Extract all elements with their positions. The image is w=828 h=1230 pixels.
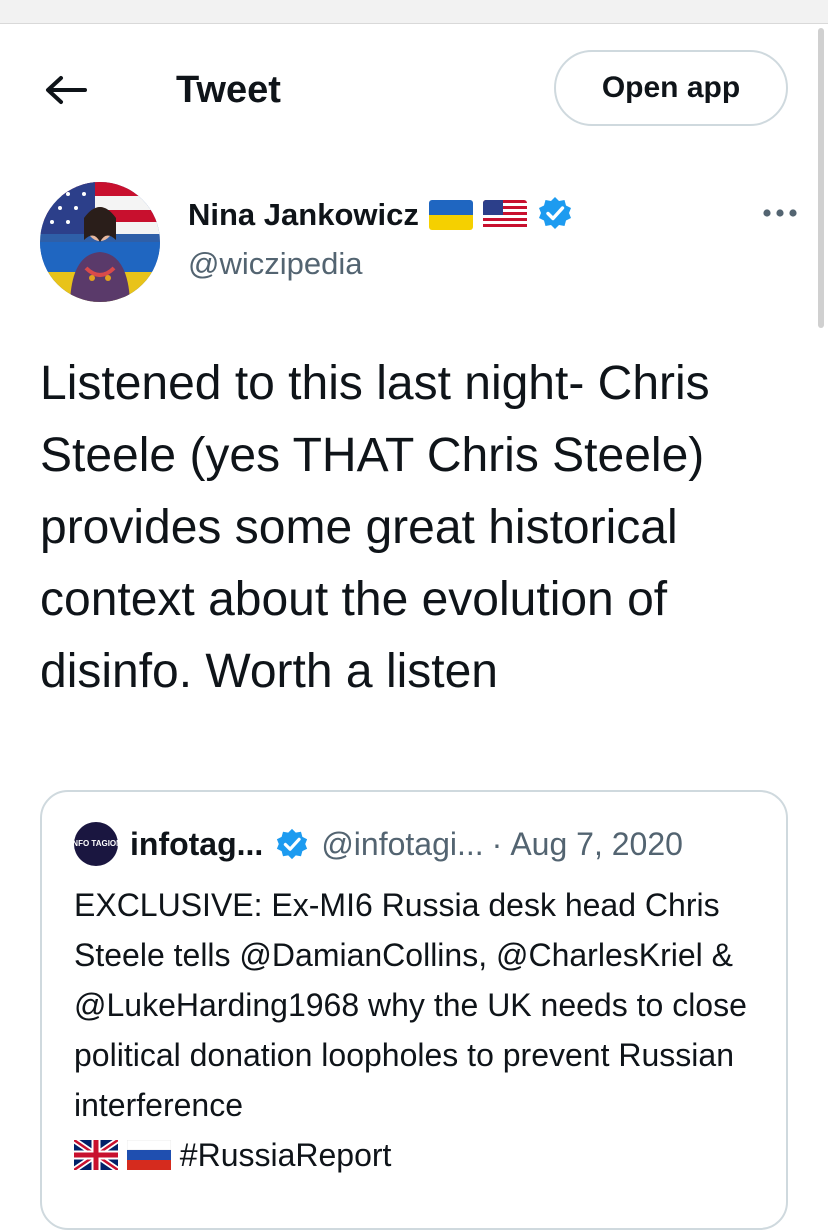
quoted-tweet-text: EXCLUSIVE: Ex-MI6 Russia desk head Chris…: [72, 880, 774, 1184]
arrow-left-icon: [46, 76, 87, 104]
quoted-avatar[interactable]: INFO TAGION: [70, 822, 122, 866]
open-app-button[interactable]: Open app: [554, 50, 788, 126]
more-options-button[interactable]: [760, 198, 800, 228]
us-flag-icon: [482, 200, 527, 230]
quoted-date[interactable]: Aug 7, 2020: [510, 826, 683, 863]
hashtag-link[interactable]: #RussiaReport: [180, 1137, 392, 1173]
back-button[interactable]: [40, 68, 90, 112]
quoted-author-handle[interactable]: @infotagi...: [321, 826, 483, 863]
browser-top-bar: [0, 0, 828, 24]
quoted-tweet-header: INFO TAGION infotag... @infotagi... · Au…: [70, 822, 774, 866]
ukraine-flag-icon: [428, 200, 473, 230]
page-title: Tweet: [176, 69, 281, 111]
separator-dot: ·: [491, 825, 503, 862]
verified-badge-icon: [275, 827, 309, 861]
quoted-avatar-text: INFO TAGION: [70, 839, 122, 848]
uk-flag-icon: [72, 1134, 120, 1184]
tweet-text: Listened to this last night- Chris Steel…: [40, 357, 710, 698]
verified-badge-icon: [537, 195, 573, 236]
more-dots-icon: [763, 209, 797, 217]
quoted-author-name[interactable]: infotag...: [130, 826, 263, 863]
author-name-row: Nina Jankowicz: [188, 194, 573, 236]
author-name[interactable]: Nina Jankowicz: [188, 195, 419, 235]
russia-flag-icon: [126, 1134, 172, 1184]
avatar[interactable]: [40, 182, 160, 302]
quoted-tweet[interactable]: INFO TAGION infotag... @infotagi... · Au…: [40, 790, 788, 1230]
tweet-header: Tweet Open app: [0, 24, 828, 156]
tweet-author: Nina Jankowicz @wiczipedia: [40, 182, 800, 302]
author-handle[interactable]: @wiczipedia: [188, 244, 362, 284]
quoted-tweet-body: EXCLUSIVE: Ex-MI6 Russia desk head Chris…: [74, 887, 747, 1123]
